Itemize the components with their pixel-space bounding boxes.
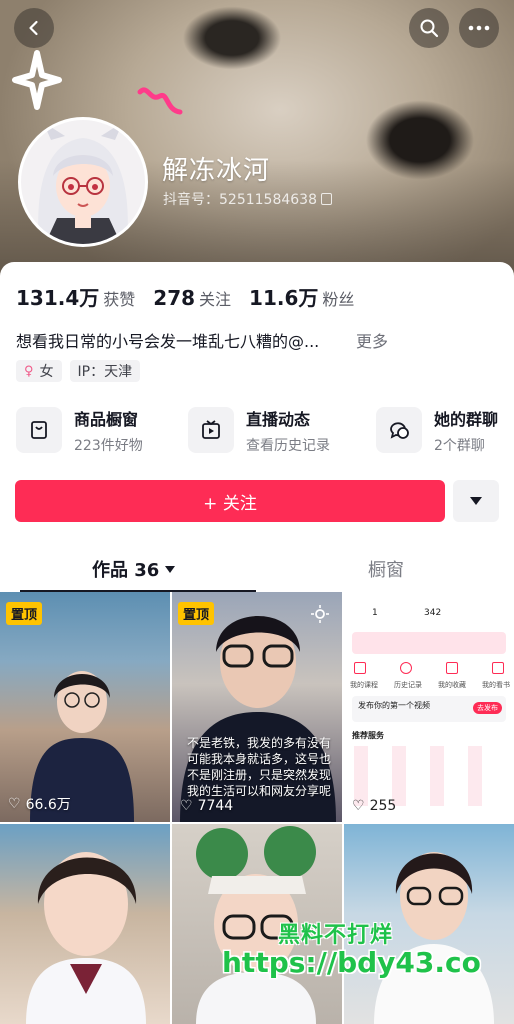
service-live-history[interactable]: 直播动态 查看历史记录 xyxy=(188,402,330,458)
pinned-badge: 置顶 xyxy=(6,602,43,625)
video-tile[interactable]: 1 342 我的课程 历史记录 我的收藏 我的看书 发布你的第一个视频 去发布 … xyxy=(344,592,514,822)
copy-icon[interactable] xyxy=(320,193,332,205)
tile-count-b: 342 xyxy=(424,608,442,618)
back-button[interactable] xyxy=(14,8,54,48)
tab-works-label: 作品 36 xyxy=(92,560,160,581)
tile-prompt-button: 去发布 xyxy=(473,702,502,714)
tile-service-grid xyxy=(354,746,504,806)
more-button[interactable] xyxy=(459,8,499,48)
follow-button[interactable]: + 关注 xyxy=(15,480,445,522)
tile-section-title: 推荐服务 xyxy=(352,731,384,740)
service-subtitle: 查看历史记录 xyxy=(246,437,330,454)
nickname: 解冻冰河 xyxy=(162,156,271,186)
heart-icon: ♡ xyxy=(8,796,21,812)
service-group-chat[interactable]: 她的群聊 2个群聊 xyxy=(376,402,498,458)
video-tile[interactable]: 置顶 不是老铁，我发的多有没有可能我本身就话多，这号也不是刚注册，只是突然发现我… xyxy=(172,592,342,822)
stat-likes-value: 131.4万 xyxy=(16,286,100,310)
gender-tag: ♀ 女 xyxy=(16,360,62,382)
watermark-line-2: https://bdy43.co xyxy=(222,946,481,979)
tile-label: 我的收藏 xyxy=(438,681,466,689)
profile-sheet: 131.4万 获赞 278 关注 11.6万 粉丝 想看我日常的小号会发一堆乱七八糟的… xyxy=(0,262,514,1024)
tv-icon xyxy=(188,407,234,453)
tile-banner xyxy=(352,632,506,654)
anime-girl-avatar xyxy=(21,120,145,244)
gender-label: 女 xyxy=(39,364,54,380)
tile-count-a: 1 xyxy=(372,608,378,618)
avatar[interactable] xyxy=(18,117,148,247)
tile-icon xyxy=(400,662,412,674)
tile-icon xyxy=(492,662,504,674)
stat-followers-value: 11.6万 xyxy=(249,286,319,310)
stat-following[interactable]: 278 关注 xyxy=(153,286,231,310)
video-tile[interactable]: 置顶 ♡ 66.6万 xyxy=(0,592,170,822)
tile-label: 我的看书 xyxy=(482,681,510,689)
bio-more-link[interactable]: 更多 xyxy=(356,328,388,352)
ip-tag: IP：天津 xyxy=(69,360,141,382)
video-tile[interactable] xyxy=(0,824,170,1024)
tile-label: 历史记录 xyxy=(394,681,422,689)
tags-row: ♀ 女 IP：天津 xyxy=(16,360,148,382)
tile-icon xyxy=(446,662,458,674)
bio-text: 想看我日常的小号会发一堆乱七八糟的@... xyxy=(16,332,320,351)
tile-label: 我的课程 xyxy=(350,681,378,689)
sparkle-icon xyxy=(12,50,62,110)
service-subtitle: 2个群聊 xyxy=(434,437,485,454)
search-button[interactable] xyxy=(409,8,449,48)
recommend-dropdown-button[interactable] xyxy=(453,480,499,522)
pinned-badge: 置顶 xyxy=(178,602,215,625)
tile-icon xyxy=(354,662,366,674)
squiggle-doodle xyxy=(137,87,183,115)
service-row: 商品橱窗 223件好物 直播动态 查看历史记录 她的群聊 2个群聊 xyxy=(16,402,506,462)
like-count-value: 255 xyxy=(369,798,397,814)
caret-down-icon xyxy=(470,497,482,505)
video-thumbnail xyxy=(26,852,146,1024)
tile-prompt-box: 发布你的第一个视频 去发布 xyxy=(352,696,506,722)
like-count: ♡ 66.6万 xyxy=(8,794,71,814)
like-count-value: 7744 xyxy=(197,798,234,814)
tab-works[interactable]: 作品 36 xyxy=(92,556,176,582)
stat-following-value: 278 xyxy=(153,286,196,310)
douyin-id-row[interactable]: 抖音号：52511584638 xyxy=(163,189,332,209)
service-title: 直播动态 xyxy=(246,409,311,429)
profile-cover: 解冻冰河 抖音号：52511584638 xyxy=(0,0,514,280)
tile-icon-row xyxy=(354,662,504,674)
stat-followers-label: 粉丝 xyxy=(322,290,355,309)
stat-likes-label: 获赞 xyxy=(103,290,136,309)
video-caption: 不是老铁，我发的多有没有可能我本身就话多，这号也不是刚注册，只是突然发现我的生活… xyxy=(186,736,331,798)
more-dots-icon xyxy=(468,25,490,31)
stat-followers[interactable]: 11.6万 粉丝 xyxy=(249,282,354,311)
service-title: 她的群聊 xyxy=(434,409,499,429)
service-subtitle: 223件好物 xyxy=(74,437,143,454)
service-title: 商品橱窗 xyxy=(74,409,139,429)
tab-window[interactable]: 橱窗 xyxy=(368,556,404,582)
chat-bubbles-icon xyxy=(376,407,422,453)
like-count-value: 66.6万 xyxy=(25,797,71,813)
heart-icon: ♡ xyxy=(180,798,193,814)
tile-label-row: 我的课程 历史记录 我的收藏 我的看书 xyxy=(350,680,510,690)
female-icon: ♀ xyxy=(24,363,34,379)
chevron-left-icon xyxy=(29,20,38,36)
search-icon xyxy=(420,19,439,38)
shop-bag-icon xyxy=(16,407,62,453)
watermark-line-1: 黑料不打烊 xyxy=(278,923,394,948)
heart-icon: ♡ xyxy=(352,798,365,814)
like-count: ♡ 7744 xyxy=(180,798,233,814)
douyin-id: 抖音号：52511584638 xyxy=(163,192,317,208)
service-shop-window[interactable]: 商品橱窗 223件好物 xyxy=(16,402,143,458)
stat-likes[interactable]: 131.4万 获赞 xyxy=(16,282,135,311)
caret-down-icon xyxy=(165,566,176,573)
like-count: ♡ 255 xyxy=(352,798,396,814)
stat-following-label: 关注 xyxy=(199,290,232,309)
stats-row: 131.4万 获赞 278 关注 11.6万 粉丝 xyxy=(16,282,372,311)
tile-prompt: 发布你的第一个视频 xyxy=(358,701,430,710)
